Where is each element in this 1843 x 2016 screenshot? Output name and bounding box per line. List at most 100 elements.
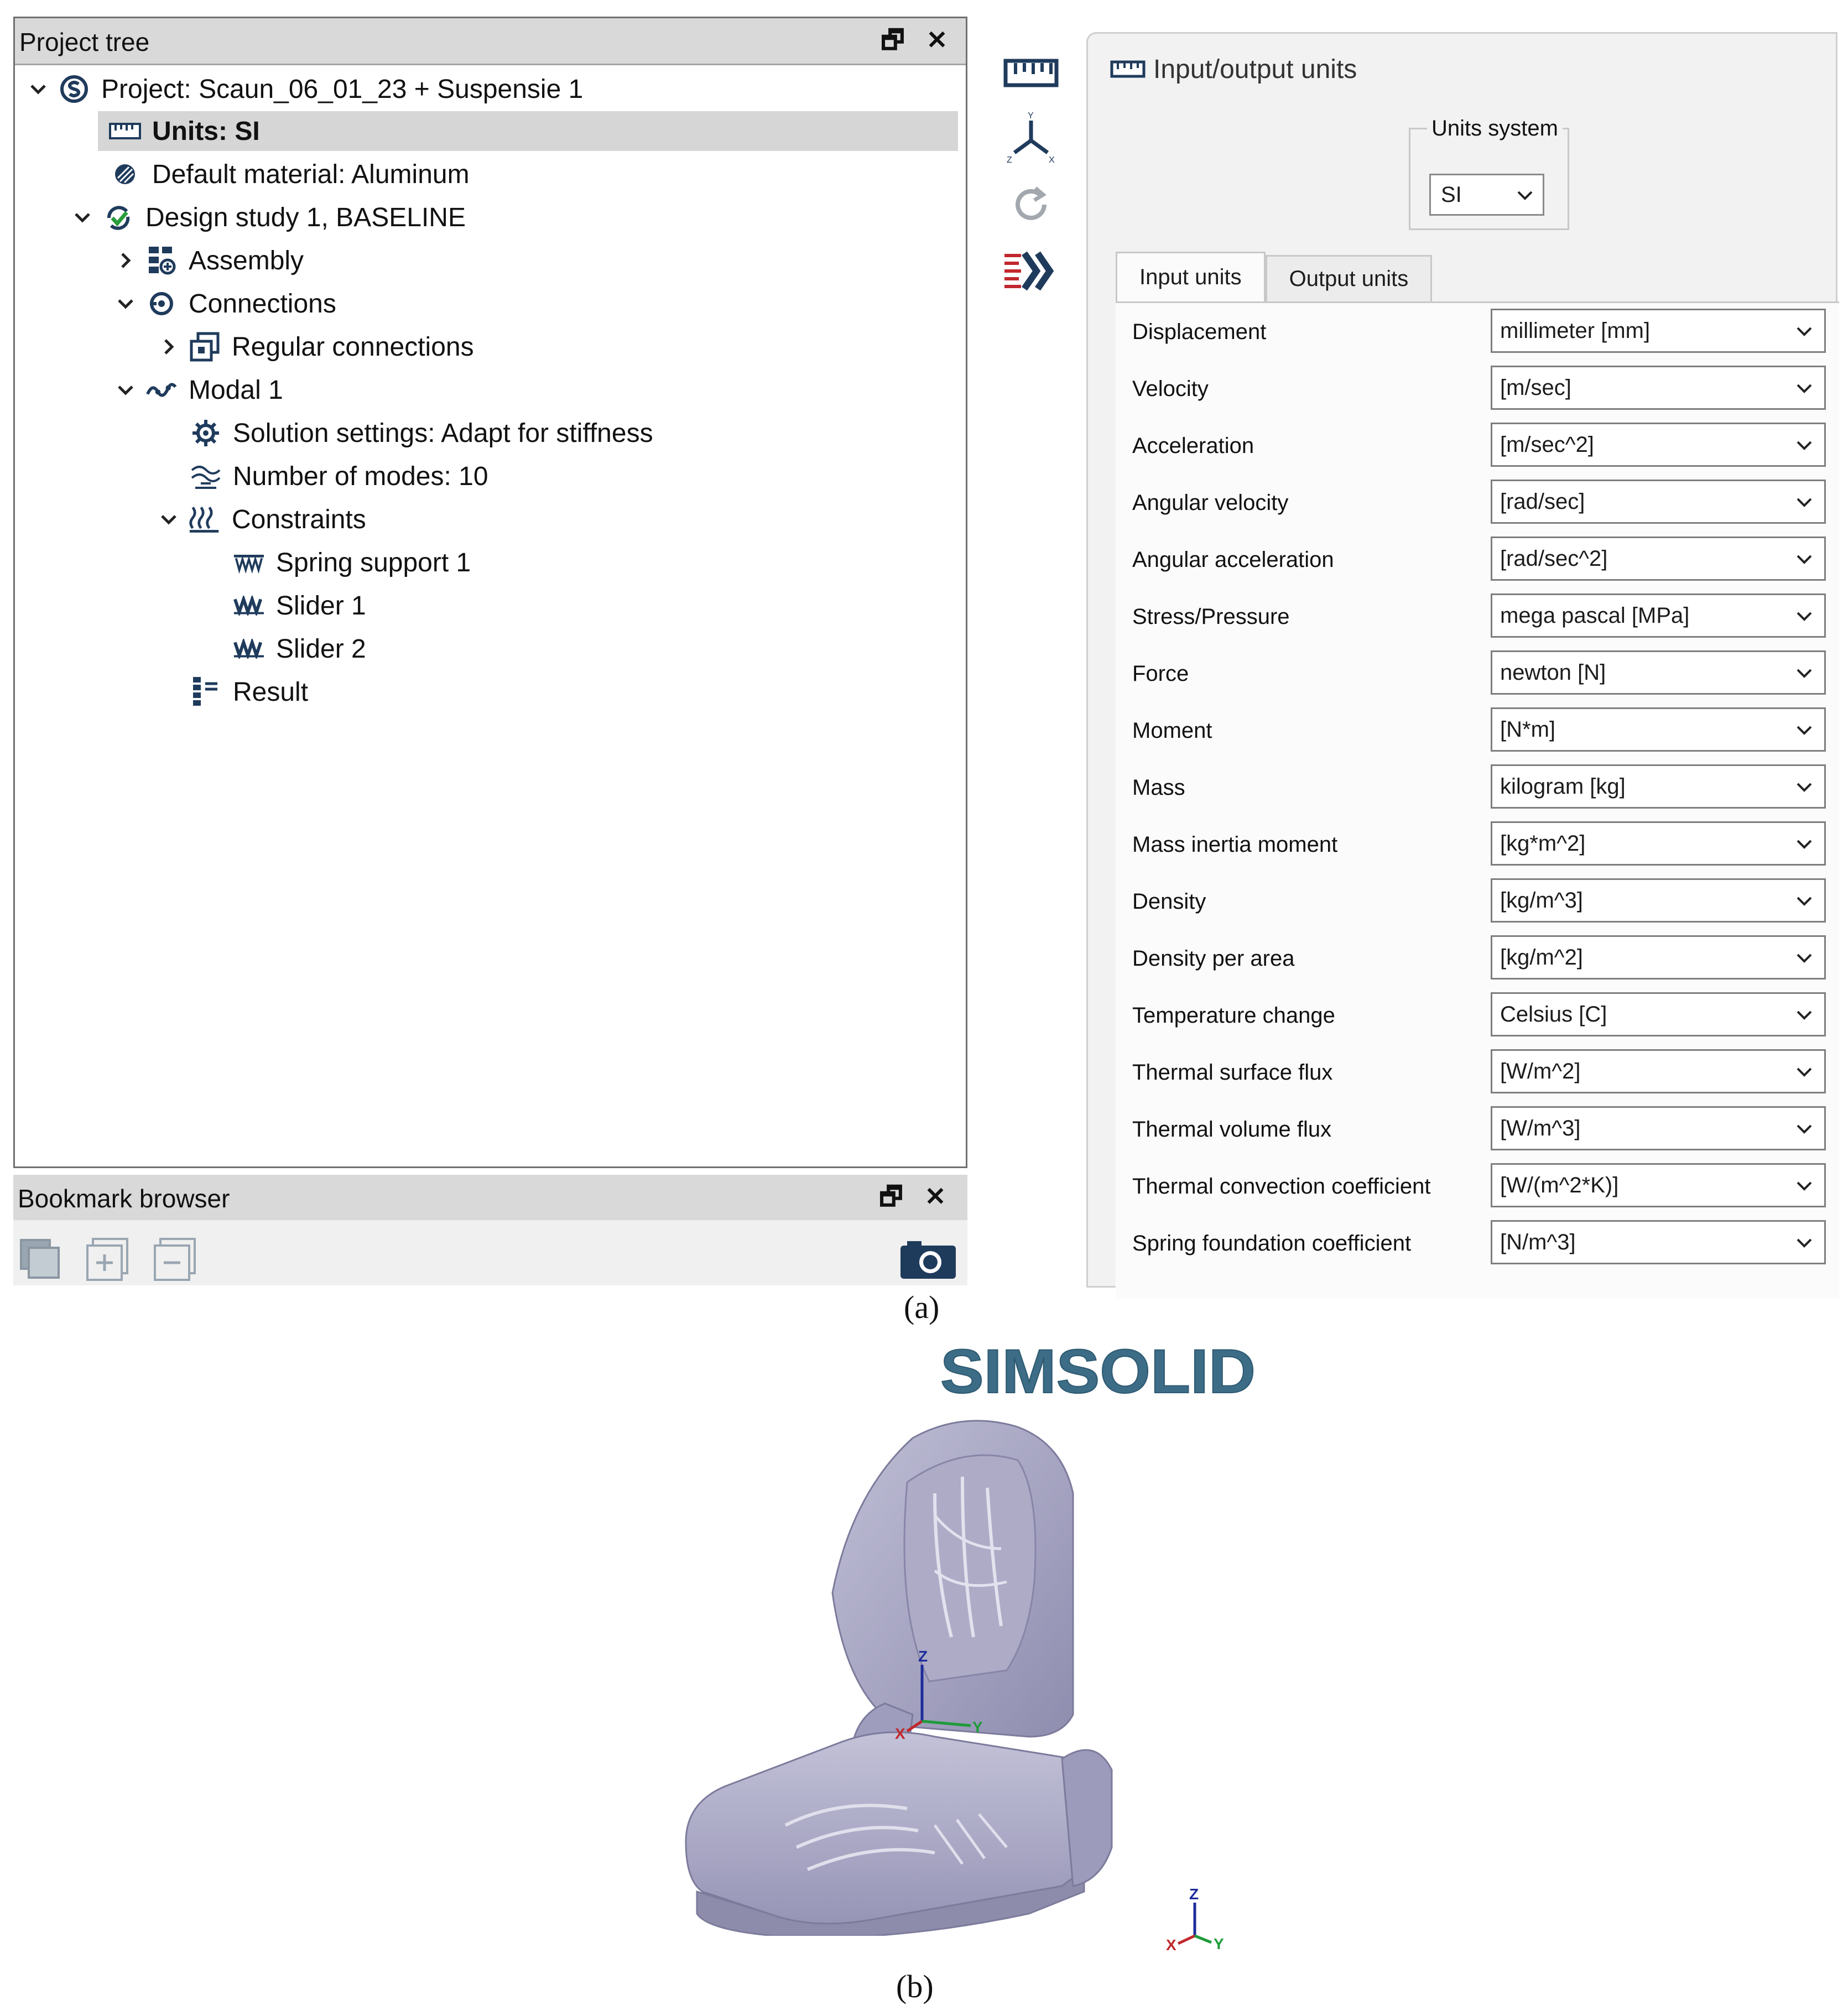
close-icon[interactable]: ✕ [922, 25, 952, 55]
restore-icon[interactable]: 🗗 [876, 1181, 906, 1211]
unit-select[interactable]: [N*m] [1491, 707, 1826, 752]
unit-select[interactable]: [m/sec] [1491, 366, 1826, 410]
tree-item-modal[interactable]: Modal 1 [113, 370, 283, 410]
tree-item-label: Project: Scaun_06_01_23 + Suspensie 1 [101, 74, 584, 104]
refresh-icon[interactable] [1002, 176, 1060, 233]
tree-item-label: Default material: Aluminum [152, 159, 470, 189]
tree-item-project[interactable]: Project: Scaun_06_01_23 + Suspensie 1 [26, 69, 583, 109]
chevron-right-icon[interactable] [113, 248, 138, 273]
svg-text:X: X [1049, 155, 1055, 165]
bookmark-browser-title: Bookmark browser [18, 1184, 230, 1213]
unit-select[interactable]: kilogram [kg] [1491, 764, 1826, 809]
tree-item-label: Units: SI [152, 116, 260, 146]
close-icon[interactable]: ✕ [920, 1181, 950, 1211]
connections-icon [145, 288, 178, 320]
copy-bookmark-icon[interactable] [18, 1237, 62, 1281]
chevron-down-icon[interactable] [70, 205, 95, 230]
tree-item-label: Slider 1 [276, 591, 366, 621]
unit-label: Acceleration [1132, 434, 1254, 458]
tree-item-result[interactable]: Result [190, 672, 308, 712]
chevron-down-icon [1794, 1119, 1814, 1144]
tree-item-regular-connections[interactable]: Regular connections [157, 327, 474, 367]
tree-item-material[interactable]: Default material: Aluminum [109, 154, 470, 194]
tree-item-connections[interactable]: Connections [113, 284, 336, 324]
unit-label: Mass [1132, 775, 1185, 800]
tree-item-constraints[interactable]: Constraints [157, 499, 366, 539]
seat-model-view[interactable]: Z X Y [675, 1405, 1150, 1936]
unit-select[interactable]: [W/m^3] [1491, 1106, 1826, 1150]
restore-icon[interactable]: 🗗 [878, 25, 908, 55]
unit-select[interactable]: [kg/m^3] [1491, 878, 1826, 923]
units-ruler-icon[interactable] [1002, 44, 1060, 102]
unit-label: Stress/Pressure [1132, 605, 1290, 629]
bookmark-browser-panel: Bookmark browser 🗗 ✕ [13, 1175, 967, 1285]
unit-select[interactable]: [kg/m^2] [1491, 935, 1826, 980]
tree-item-modes[interactable]: Number of modes: 10 [190, 456, 488, 496]
modal-icon [145, 374, 178, 406]
axes-triad-icon[interactable]: Y Z X [1002, 110, 1060, 167]
unit-row: Angular acceleration [rad/sec^2] [1116, 531, 1839, 588]
spring-support-icon [233, 546, 265, 579]
unit-row: Thermal surface flux [W/m^2] [1116, 1044, 1839, 1101]
tree-item-solution-settings[interactable]: Solution settings: Adapt for stiffness [190, 413, 653, 453]
tree-item-assembly[interactable]: Assembly [113, 241, 304, 280]
chevron-down-icon[interactable] [157, 507, 181, 532]
unit-select[interactable]: newton [N] [1491, 650, 1826, 695]
units-system-select[interactable]: SI [1429, 174, 1544, 216]
unit-select[interactable]: [rad/sec^2] [1491, 536, 1826, 581]
unit-row: Velocity [m/sec] [1116, 360, 1839, 417]
chevron-right-icon[interactable] [157, 335, 181, 359]
tab-output-units[interactable]: Output units [1265, 255, 1433, 301]
tab-input-units[interactable]: Input units [1116, 252, 1266, 301]
unit-row: Displacement millimeter [mm] [1116, 303, 1839, 360]
chevron-down-icon[interactable] [26, 77, 50, 101]
unit-row: Density [kg/m^3] [1116, 873, 1839, 930]
unit-select[interactable]: Celsius [C] [1491, 992, 1826, 1036]
triad-z-label: Z [918, 1648, 928, 1665]
unit-select[interactable]: [kg*m^2] [1491, 821, 1826, 866]
unit-select[interactable]: [N/m^3] [1491, 1220, 1826, 1264]
unit-select[interactable]: [W/m^2] [1491, 1049, 1826, 1093]
add-bookmark-icon[interactable] [85, 1237, 129, 1281]
ruler-icon [1110, 60, 1146, 78]
tree-item-slider-2[interactable]: Slider 2 [233, 629, 366, 669]
unit-value: [W/(m^2*K)] [1500, 1173, 1619, 1197]
unit-value: Celsius [C] [1500, 1002, 1607, 1027]
unit-label: Displacement [1132, 320, 1267, 344]
tree-item-design-study[interactable]: Design study 1, BASELINE [70, 197, 466, 237]
tree-item-units[interactable]: Units: SI [98, 111, 958, 151]
unit-label: Spring foundation coefficient [1132, 1231, 1412, 1256]
unit-select[interactable]: [rad/sec] [1491, 480, 1826, 524]
unit-select[interactable]: [W/(m^2*K)] [1491, 1163, 1826, 1207]
tree-item-label: Number of modes: 10 [233, 461, 488, 491]
triad-y-label: Y [972, 1718, 983, 1736]
chevron-down-icon [1794, 891, 1814, 916]
tree-item-spring-support[interactable]: Spring support 1 [233, 543, 471, 582]
unit-row: Spring foundation coefficient [N/m^3] [1116, 1215, 1839, 1272]
chevron-down-icon [1794, 549, 1814, 575]
unit-row: Moment [N*m] [1116, 702, 1839, 759]
chevron-down-icon[interactable] [113, 378, 138, 402]
chevron-down-icon[interactable] [113, 291, 138, 316]
tree-item-label: Spring support 1 [276, 548, 471, 577]
unit-select[interactable]: [m/sec^2] [1491, 423, 1826, 467]
unit-label: Thermal convection coefficient [1132, 1174, 1431, 1199]
chevron-down-icon [1794, 435, 1814, 461]
unit-label: Angular acceleration [1132, 548, 1334, 572]
run-arrows-icon[interactable] [1002, 242, 1060, 300]
chevron-down-icon [1794, 1062, 1814, 1087]
unit-value: [m/sec] [1500, 375, 1571, 400]
unit-value: [W/m^3] [1500, 1116, 1581, 1140]
unit-select[interactable]: millimeter [mm] [1491, 309, 1826, 353]
tree-item-label: Connections [189, 289, 336, 319]
unit-select[interactable]: mega pascal [MPa] [1491, 593, 1826, 638]
tree-item-slider-1[interactable]: Slider 1 [233, 586, 366, 626]
remove-bookmark-icon[interactable] [153, 1237, 197, 1281]
tab-label: Input units [1139, 265, 1242, 289]
chevron-down-icon [1794, 1176, 1814, 1201]
camera-icon[interactable] [898, 1237, 959, 1281]
unit-row: Force newton [N] [1116, 645, 1839, 702]
chevron-down-icon [1794, 720, 1814, 746]
io-units-header: Input/output units [1110, 51, 1357, 87]
chevron-down-icon [1794, 492, 1814, 518]
